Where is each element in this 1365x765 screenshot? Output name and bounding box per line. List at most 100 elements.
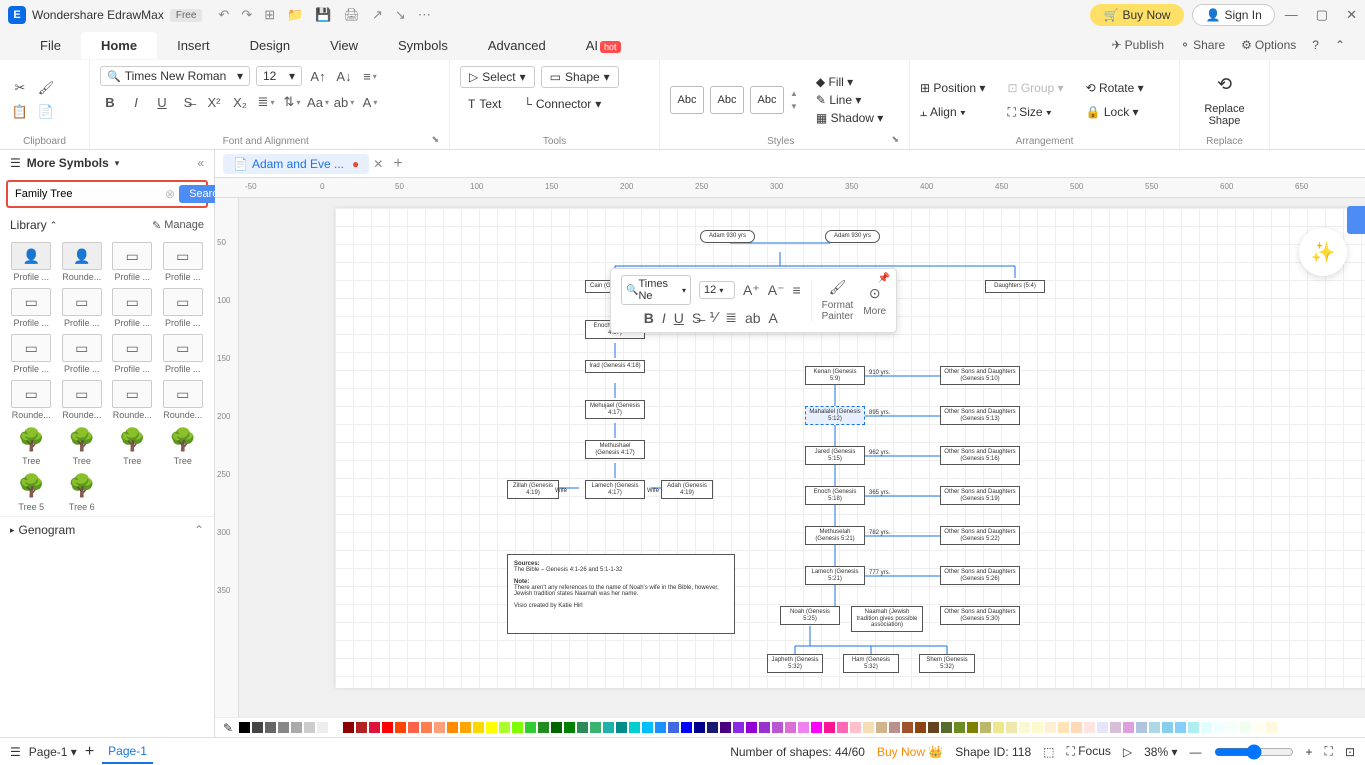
color-swatch[interactable] bbox=[941, 722, 952, 733]
print-icon[interactable]: 🖨 bbox=[344, 7, 361, 23]
maximize-button[interactable]: ▢ bbox=[1316, 7, 1328, 23]
color-swatch[interactable] bbox=[1149, 722, 1160, 733]
color-swatch[interactable] bbox=[1266, 722, 1277, 733]
options-button[interactable]: ⚙ Options bbox=[1241, 38, 1296, 52]
shrink-font-icon[interactable]: A↓ bbox=[334, 66, 354, 86]
bullets-icon[interactable]: ≣ bbox=[256, 92, 276, 112]
manage-library-button[interactable]: ✎ Manage bbox=[152, 219, 204, 232]
node-jared[interactable]: Jared (Genesis 5:15) bbox=[805, 446, 865, 465]
color-swatch[interactable] bbox=[759, 722, 770, 733]
style-up-icon[interactable]: ▲ bbox=[790, 89, 798, 98]
focus-mode[interactable]: ⛶ Focus bbox=[1066, 744, 1110, 759]
paste-icon[interactable]: 📄 bbox=[36, 102, 56, 122]
fill-button[interactable]: ◆ Fill ▾ bbox=[816, 75, 883, 89]
color-swatch[interactable] bbox=[1253, 722, 1264, 733]
shape-tool[interactable]: ▭ Shape ▾ bbox=[541, 66, 619, 88]
color-swatch[interactable] bbox=[824, 722, 835, 733]
color-swatch[interactable] bbox=[1058, 722, 1069, 733]
font-dialog-launcher[interactable]: ⬊ bbox=[431, 134, 439, 147]
style-down-icon[interactable]: ▼ bbox=[790, 102, 798, 111]
color-swatch[interactable] bbox=[603, 722, 614, 733]
float-italic-icon[interactable]: I bbox=[662, 310, 666, 326]
color-swatch[interactable] bbox=[1175, 722, 1186, 733]
node-naamah[interactable]: Naamah (Jewish tradition gives possible … bbox=[851, 606, 923, 632]
superscript-icon[interactable]: X² bbox=[204, 92, 224, 112]
grow-font-icon[interactable]: A↑ bbox=[308, 66, 328, 86]
lock-button[interactable]: 🔒 Lock ▾ bbox=[1086, 105, 1144, 119]
shape-item[interactable]: 👤Rounde... bbox=[59, 242, 106, 282]
help-icon[interactable]: ? bbox=[1312, 38, 1319, 52]
shape-item[interactable]: ▭Profile ... bbox=[160, 242, 207, 282]
float-strike-icon[interactable]: S̶ bbox=[692, 310, 701, 326]
copy-icon[interactable]: 📋 bbox=[10, 102, 30, 122]
float-highlight-icon[interactable]: ab bbox=[745, 310, 761, 326]
float-numlist-icon[interactable]: ⅟ bbox=[709, 309, 717, 326]
color-swatch[interactable] bbox=[421, 722, 432, 733]
genogram-section[interactable]: ▸ Genogram ⌃ bbox=[0, 516, 214, 543]
close-button[interactable]: ✕ bbox=[1346, 7, 1357, 23]
node-others2[interactable]: Other Sons and Daughters(Genesis 5:13) bbox=[940, 406, 1020, 425]
color-swatch[interactable] bbox=[252, 722, 263, 733]
line-spacing-icon[interactable]: ⇅ bbox=[282, 92, 302, 112]
color-swatch[interactable] bbox=[1162, 722, 1173, 733]
color-swatch[interactable] bbox=[1071, 722, 1082, 733]
node-others6[interactable]: Other Sons and Daughters(Genesis 5:26) bbox=[940, 566, 1020, 585]
status-buy-now[interactable]: Buy Now 👑 bbox=[877, 745, 943, 759]
node-noah[interactable]: Noah (Genesis 5:25) bbox=[780, 606, 840, 625]
color-swatch[interactable] bbox=[811, 722, 822, 733]
shape-item[interactable]: ▭Profile ... bbox=[8, 334, 55, 374]
color-swatch[interactable] bbox=[551, 722, 562, 733]
color-swatch[interactable] bbox=[928, 722, 939, 733]
color-swatch[interactable] bbox=[993, 722, 1004, 733]
shape-item[interactable]: ▭Rounde... bbox=[160, 380, 207, 420]
shape-item[interactable]: ▭Rounde... bbox=[8, 380, 55, 420]
color-swatch[interactable] bbox=[746, 722, 757, 733]
float-format-painter[interactable]: 🖌 Format Painter bbox=[822, 279, 854, 322]
node-lamech2[interactable]: Lamech (Genesis 5:21) bbox=[805, 566, 865, 585]
float-size-select[interactable]: 12 ▾ bbox=[699, 281, 735, 299]
color-swatch[interactable] bbox=[512, 722, 523, 733]
sources-box[interactable]: Sources: The Bible – Genesis 4:1-26 and … bbox=[507, 554, 735, 634]
node-adah[interactable]: Adah (Genesis 4:19) bbox=[661, 480, 713, 499]
color-swatch[interactable] bbox=[525, 722, 536, 733]
color-swatch[interactable] bbox=[1201, 722, 1212, 733]
color-swatch[interactable] bbox=[499, 722, 510, 733]
tab-view[interactable]: View bbox=[310, 32, 378, 59]
color-swatch[interactable] bbox=[967, 722, 978, 733]
node-mahalalel[interactable]: Mahalalel (Genesis 5:12) bbox=[805, 406, 865, 425]
subscript-icon[interactable]: X₂ bbox=[230, 92, 250, 112]
font-family-select[interactable]: 🔍Times New Roman▾ bbox=[100, 66, 250, 86]
presentation-icon[interactable]: ▷ bbox=[1123, 745, 1132, 759]
color-swatch[interactable] bbox=[837, 722, 848, 733]
float-bullets-icon[interactable]: ≣ bbox=[725, 309, 737, 326]
tab-ai[interactable]: AIhot bbox=[566, 32, 641, 59]
size-button[interactable]: ⛶ Size ▾ bbox=[1007, 105, 1063, 120]
color-swatch[interactable] bbox=[434, 722, 445, 733]
highlight-icon[interactable]: ab bbox=[334, 92, 354, 112]
float-fontcolor-icon[interactable]: A bbox=[769, 310, 778, 326]
ai-assistant-badge[interactable]: ✨ bbox=[1299, 228, 1347, 276]
node-adam-1[interactable]: Adam 930 yrs bbox=[700, 230, 755, 243]
node-mehujael[interactable]: Mehujael (Genesis 4:17) bbox=[585, 400, 645, 419]
color-swatch[interactable] bbox=[356, 722, 367, 733]
tab-file[interactable]: File bbox=[20, 32, 81, 59]
color-swatch[interactable] bbox=[681, 722, 692, 733]
color-swatch[interactable] bbox=[1045, 722, 1056, 733]
buy-now-button[interactable]: 🛒Buy Now bbox=[1090, 4, 1185, 26]
color-swatch[interactable] bbox=[1032, 722, 1043, 733]
color-swatch[interactable] bbox=[1019, 722, 1030, 733]
float-align-icon[interactable]: ≡ bbox=[792, 282, 800, 298]
color-swatch[interactable] bbox=[564, 722, 575, 733]
text-tool[interactable]: T Text bbox=[460, 94, 509, 114]
styles-dialog-launcher[interactable]: ⬊ bbox=[891, 134, 899, 147]
node-methuselah[interactable]: Methuselah (Genesis 5:21) bbox=[805, 526, 865, 545]
italic-icon[interactable]: I bbox=[126, 92, 146, 112]
node-others7[interactable]: Other Sons and Daughters(Genesis 5:30) bbox=[940, 606, 1020, 625]
tab-advanced[interactable]: Advanced bbox=[468, 32, 566, 59]
page-tab[interactable]: Page-1 bbox=[102, 740, 153, 764]
ribbon-collapse-icon[interactable]: ⌃ bbox=[1335, 38, 1345, 52]
color-swatch[interactable] bbox=[1006, 722, 1017, 733]
share-button[interactable]: ⚬ Share bbox=[1180, 38, 1225, 52]
node-others1[interactable]: Other Sons and Daughters(Genesis 5:10) bbox=[940, 366, 1020, 385]
color-swatch[interactable] bbox=[1240, 722, 1251, 733]
